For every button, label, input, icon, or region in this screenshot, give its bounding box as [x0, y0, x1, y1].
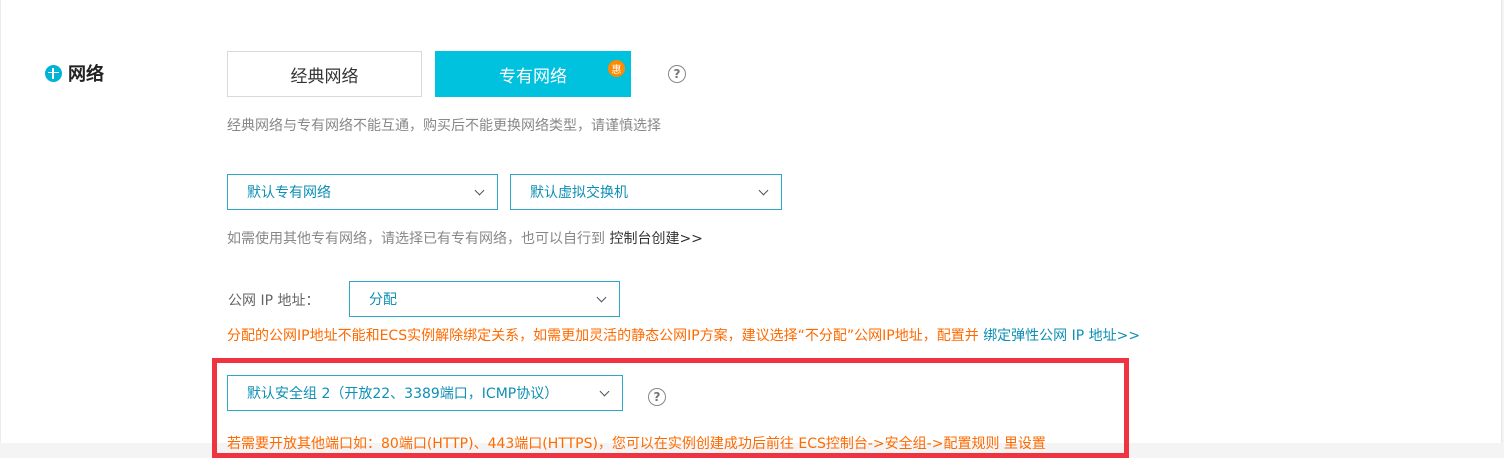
network-type-help-icon[interactable]: ?	[668, 65, 686, 83]
network-config-panel: 网络 经典网络 专有网络 惠 ? 经典网络与专有网络不能互通，购买后不能更换网络…	[0, 0, 1502, 458]
vswitch-select[interactable]: 默认虚拟交换机	[510, 174, 782, 210]
public-ip-select[interactable]: 分配	[349, 281, 620, 317]
console-create-link[interactable]: 控制台创建>>	[609, 231, 702, 247]
public-ip-label: 公网 IP 地址：	[228, 293, 320, 309]
classic-network-label: 经典网络	[290, 66, 359, 87]
chevron-down-icon	[758, 185, 769, 196]
globe-icon	[45, 64, 62, 82]
public-ip-warning-text: 分配的公网IP地址不能和ECS实例解除绑定关系，如需更加灵活的静态公网IP方案，…	[227, 328, 979, 344]
vpc-select-value: 默认专有网络	[247, 185, 331, 201]
highlight-box	[212, 358, 1129, 458]
vpc-network-label: 专有网络	[499, 66, 567, 87]
section-title: 网络	[68, 64, 104, 85]
section-header: 网络	[45, 60, 104, 86]
vpc-hint-text: 如需使用其他专有网络，请选择已有专有网络，也可以自行到	[227, 231, 605, 247]
public-ip-select-value: 分配	[369, 292, 397, 308]
classic-network-button[interactable]: 经典网络	[227, 51, 422, 97]
bind-eip-link[interactable]: 绑定弹性公网 IP 地址>>	[983, 328, 1140, 344]
vswitch-select-value: 默认虚拟交换机	[530, 185, 628, 201]
vpc-hint: 如需使用其他专有网络，请选择已有专有网络，也可以自行到 控制台创建>>	[227, 228, 703, 248]
vpc-network-button[interactable]: 专有网络 惠	[435, 51, 631, 97]
chevron-down-icon	[474, 185, 485, 196]
promo-badge: 惠	[608, 60, 625, 77]
vpc-select[interactable]: 默认专有网络	[227, 174, 498, 210]
chevron-down-icon	[596, 292, 607, 303]
public-ip-warning: 分配的公网IP地址不能和ECS实例解除绑定关系，如需更加灵活的静态公网IP方案，…	[227, 325, 1140, 345]
network-type-hint: 经典网络与专有网络不能互通，购买后不能更换网络类型，请谨慎选择	[227, 118, 661, 134]
